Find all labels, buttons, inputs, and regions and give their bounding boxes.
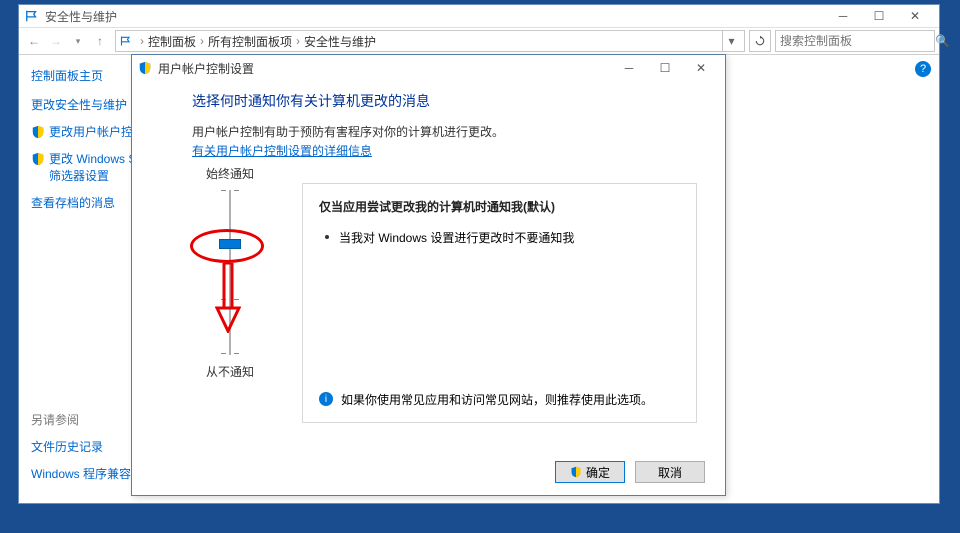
recent-dropdown[interactable]: ▾ bbox=[67, 30, 89, 52]
breadcrumb-part[interactable]: 所有控制面板项 bbox=[208, 33, 292, 50]
dialog-titlebar: 用户帐户控制设置 ─ ☐ ✕ bbox=[132, 55, 725, 81]
search-input[interactable] bbox=[780, 34, 935, 48]
dialog-help-link[interactable]: 有关用户帐户控制设置的详细信息 bbox=[192, 144, 372, 158]
shield-icon bbox=[31, 125, 45, 139]
dialog-close-button[interactable]: ✕ bbox=[683, 57, 719, 79]
sidebar-item-label: 更改安全性与维护 bbox=[31, 96, 127, 113]
outer-titlebar: 安全性与维护 ─ ☐ ✕ bbox=[19, 5, 939, 27]
dialog-body: 选择何时通知你有关计算机更改的消息 用户帐户控制有助于预防有害程序对你的计算机进… bbox=[132, 81, 725, 160]
maximize-button[interactable]: ☐ bbox=[861, 5, 897, 27]
slider-thumb[interactable] bbox=[219, 239, 241, 249]
info-note-text: 如果你使用常见应用和访问常见网站，则推荐使用此选项。 bbox=[341, 391, 653, 408]
dialog-buttons: 确定 取消 bbox=[555, 461, 705, 483]
info-bullet: 当我对 Windows 设置进行更改时不要通知我 bbox=[319, 229, 680, 246]
uac-info-panel: 仅当应用尝试更改我的计算机时通知我(默认) 当我对 Windows 设置进行更改… bbox=[302, 183, 697, 423]
info-icon: i bbox=[319, 392, 333, 406]
sidebar-item-label: 更改 Windows Sm bbox=[49, 150, 134, 167]
sidebar: 控制面板主页 更改安全性与维护 更改用户帐户控制 更改 Windows Sm 筛… bbox=[19, 55, 134, 503]
sidebar-item-uac[interactable]: 更改用户帐户控制 bbox=[31, 123, 134, 140]
info-title: 仅当应用尝试更改我的计算机时通知我(默认) bbox=[319, 198, 680, 215]
cancel-button[interactable]: 取消 bbox=[635, 461, 705, 483]
sidebar-item-smartscreen[interactable]: 更改 Windows Sm 筛选器设置 bbox=[31, 150, 134, 184]
search-box[interactable]: 🔍 bbox=[775, 30, 935, 52]
slider-rail bbox=[229, 190, 231, 355]
info-bullet-text: 当我对 Windows 设置进行更改时不要通知我 bbox=[339, 229, 574, 246]
sidebar-item-archive[interactable]: 查看存档的消息 bbox=[31, 194, 134, 211]
toolbar: ← → ▾ ↑ › 控制面板 › 所有控制面板项 › 安全性与维护 ▾ 🔍 bbox=[19, 27, 939, 55]
shield-icon bbox=[138, 61, 152, 75]
flag-icon bbox=[120, 35, 132, 47]
sidebar-item-compat[interactable]: Windows 程序兼容 bbox=[31, 465, 134, 482]
dialog-description: 用户帐户控制有助于预防有害程序对你的计算机进行更改。 bbox=[192, 123, 695, 140]
ok-button-label: 确定 bbox=[586, 464, 610, 481]
breadcrumb-part[interactable]: 安全性与维护 bbox=[304, 33, 376, 50]
cancel-button-label: 取消 bbox=[658, 464, 682, 481]
sidebar-item-label: 文件历史记录 bbox=[31, 438, 103, 455]
slider-top-label: 始终通知 bbox=[180, 165, 280, 182]
uac-slider-area: 始终通知 从不通知 bbox=[180, 165, 280, 405]
dialog-heading: 选择何时通知你有关计算机更改的消息 bbox=[192, 91, 695, 111]
shield-icon bbox=[31, 152, 45, 166]
sidebar-title[interactable]: 控制面板主页 bbox=[31, 67, 134, 84]
ok-button[interactable]: 确定 bbox=[555, 461, 625, 483]
minimize-button[interactable]: ─ bbox=[825, 5, 861, 27]
see-also-heading: 另请参阅 bbox=[31, 411, 134, 428]
breadcrumb-part[interactable]: 控制面板 bbox=[148, 33, 196, 50]
slider-bottom-label: 从不通知 bbox=[180, 363, 280, 380]
sidebar-item-filehistory[interactable]: 文件历史记录 bbox=[31, 438, 134, 455]
info-note: i 如果你使用常见应用和访问常见网站，则推荐使用此选项。 bbox=[319, 391, 680, 408]
refresh-button[interactable] bbox=[749, 30, 771, 52]
help-icon[interactable]: ? bbox=[915, 61, 931, 77]
dialog-minimize-button[interactable]: ─ bbox=[611, 57, 647, 79]
sidebar-item-label: 更改用户帐户控制 bbox=[49, 123, 134, 140]
close-button[interactable]: ✕ bbox=[897, 5, 933, 27]
bullet-icon bbox=[325, 235, 329, 239]
breadcrumb-dropdown[interactable]: ▾ bbox=[722, 31, 740, 51]
refresh-icon bbox=[754, 35, 766, 47]
up-button[interactable]: ↑ bbox=[89, 30, 111, 52]
sidebar-item-label: 查看存档的消息 bbox=[31, 194, 115, 211]
breadcrumb[interactable]: › 控制面板 › 所有控制面板项 › 安全性与维护 ▾ bbox=[115, 30, 745, 52]
sidebar-item-security[interactable]: 更改安全性与维护 bbox=[31, 96, 134, 113]
window-title: 安全性与维护 bbox=[45, 8, 825, 25]
forward-button[interactable]: → bbox=[45, 30, 67, 52]
flag-icon bbox=[25, 9, 39, 23]
shield-icon bbox=[570, 466, 582, 478]
dialog-title: 用户帐户控制设置 bbox=[158, 60, 611, 77]
uac-slider[interactable] bbox=[227, 190, 233, 355]
sidebar-item-label: Windows 程序兼容 bbox=[31, 465, 131, 482]
uac-dialog: 用户帐户控制设置 ─ ☐ ✕ 选择何时通知你有关计算机更改的消息 用户帐户控制有… bbox=[131, 54, 726, 496]
search-icon[interactable]: 🔍 bbox=[935, 34, 950, 48]
sidebar-item-label: 筛选器设置 bbox=[49, 167, 109, 184]
back-button[interactable]: ← bbox=[23, 30, 45, 52]
dialog-maximize-button[interactable]: ☐ bbox=[647, 57, 683, 79]
